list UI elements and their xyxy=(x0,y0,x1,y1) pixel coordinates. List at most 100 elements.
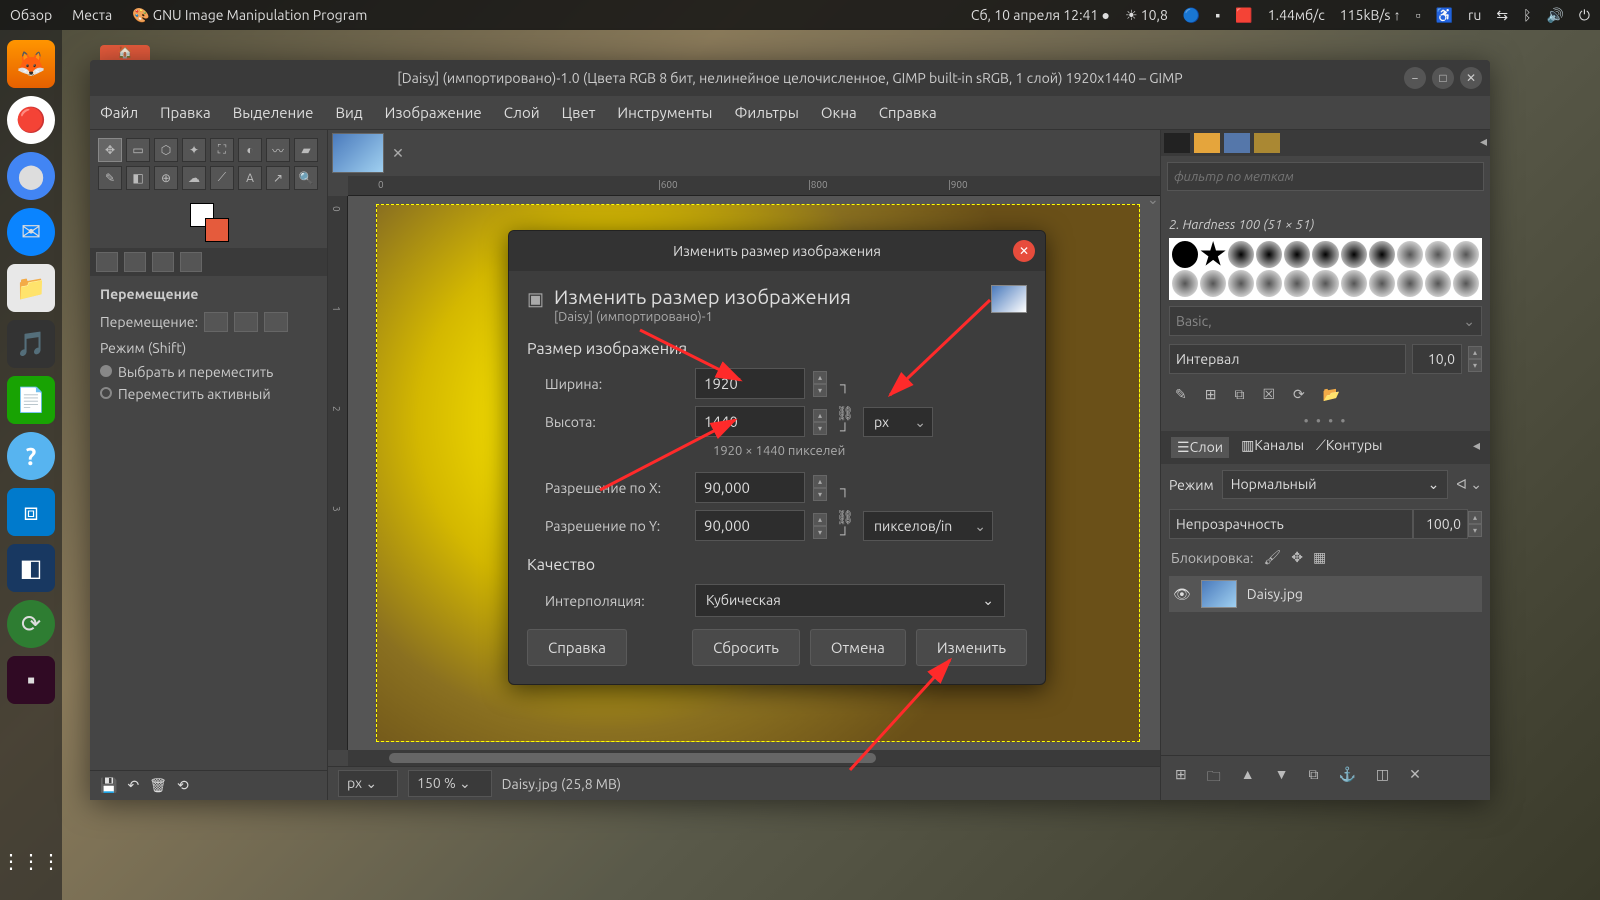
dock-chrome[interactable]: 🔴 xyxy=(7,96,55,144)
tab-tool-options[interactable] xyxy=(96,252,118,272)
dock-terminal[interactable]: ▪ xyxy=(7,656,55,704)
reset-options-icon[interactable]: ⟲ xyxy=(177,777,189,794)
resx-input[interactable] xyxy=(695,472,805,503)
opacity-value[interactable]: 100,0 xyxy=(1413,509,1468,539)
brush-item[interactable] xyxy=(1369,270,1395,297)
tool-bucket[interactable]: ▰ xyxy=(294,138,318,162)
dup-brush-icon[interactable]: ⧉ xyxy=(1234,386,1244,403)
brush-item[interactable] xyxy=(1312,241,1338,268)
keyboard-lang[interactable]: ru xyxy=(1468,7,1481,23)
lock-pixels-icon[interactable]: 🖌 xyxy=(1263,549,1281,566)
lock-alpha-icon[interactable]: ▦ xyxy=(1313,549,1326,566)
lock-position-icon[interactable]: ✥ xyxy=(1291,549,1303,566)
ruler-horizontal[interactable]: 0|600|800|900 xyxy=(348,176,1160,196)
brush-item[interactable] xyxy=(1256,270,1282,297)
edit-brush-icon[interactable]: ✎ xyxy=(1175,386,1187,403)
opacity-down[interactable]: ▾ xyxy=(1468,524,1482,537)
resx-down[interactable]: ▾ xyxy=(813,488,827,501)
mask-layer-icon[interactable]: ◫ xyxy=(1376,766,1389,790)
brush-preset-select[interactable]: Basic,⌄ xyxy=(1169,306,1482,336)
dock-libreoffice[interactable]: 📄 xyxy=(7,376,55,424)
status-unit-select[interactable]: px ⌄ xyxy=(338,770,398,797)
del-layer-icon[interactable]: ✕ xyxy=(1409,766,1421,790)
menu-filters[interactable]: Фильтры xyxy=(734,104,798,121)
width-down[interactable]: ▾ xyxy=(813,384,827,397)
close-button[interactable]: ✕ xyxy=(1460,67,1482,89)
scrollbar-horizontal[interactable] xyxy=(348,750,1160,766)
brush-item[interactable] xyxy=(1172,241,1198,268)
tab-channels[interactable]: ▥Каналы xyxy=(1241,437,1304,458)
tool-move[interactable]: ✥ xyxy=(98,138,122,162)
menu-color[interactable]: Цвет xyxy=(562,104,596,121)
interpolation-select[interactable]: Кубическая⌄ xyxy=(695,584,1005,617)
size-unit-select[interactable]: px xyxy=(863,407,933,437)
brush-item[interactable] xyxy=(1425,270,1451,297)
save-options-icon[interactable]: 💾 xyxy=(100,777,117,794)
tab-layers[interactable]: ☰Слои xyxy=(1171,437,1229,458)
bluetooth-icon[interactable]: ᛒ xyxy=(1523,7,1531,23)
brush-item[interactable] xyxy=(1200,241,1226,268)
brush-item[interactable] xyxy=(1341,241,1367,268)
background-color[interactable] xyxy=(205,218,229,242)
tool-crop[interactable]: ⛶ xyxy=(210,138,234,162)
tool-text[interactable]: A xyxy=(238,166,262,190)
open-brush-icon[interactable]: 📂 xyxy=(1323,386,1340,403)
tool-free-select[interactable]: ⬡ xyxy=(154,138,178,162)
tab-brushes[interactable] xyxy=(1164,133,1190,153)
resy-up[interactable]: ▴ xyxy=(813,513,827,526)
move-mode-path[interactable] xyxy=(264,312,288,332)
brush-item[interactable] xyxy=(1312,270,1338,297)
tab-undo[interactable] xyxy=(152,252,174,272)
tool-rect-select[interactable]: ▭ xyxy=(126,138,150,162)
brush-item[interactable] xyxy=(1284,270,1310,297)
tool-transform[interactable]: ◐ xyxy=(238,138,262,162)
tool-pencil[interactable]: ✎ xyxy=(98,166,122,190)
resx-up[interactable]: ▴ xyxy=(813,475,827,488)
opacity-up[interactable]: ▴ xyxy=(1468,511,1482,524)
tab-history[interactable] xyxy=(1254,133,1280,153)
status-zoom-select[interactable]: 150 % ⌄ xyxy=(408,770,492,797)
dock-chromium[interactable]: ⬤ xyxy=(7,152,55,200)
maximize-button[interactable]: □ xyxy=(1432,67,1454,89)
power-icon[interactable]: ⏻ xyxy=(1579,7,1590,24)
dock-vscode[interactable]: ⧈ xyxy=(7,488,55,536)
brush-item[interactable] xyxy=(1425,241,1451,268)
tool-zoom[interactable]: 🔍 xyxy=(294,166,318,190)
chain-link2-icon[interactable]: ⛓┘ xyxy=(835,509,855,542)
brush-item[interactable] xyxy=(1200,270,1226,297)
brush-item[interactable] xyxy=(1341,270,1367,297)
brush-item[interactable] xyxy=(1228,270,1254,297)
weather[interactable]: ☀ 10,8 xyxy=(1125,7,1168,24)
accessibility-icon[interactable]: ♿ xyxy=(1436,7,1453,24)
apply-button[interactable]: Изменить xyxy=(916,629,1027,666)
chain-link-icon[interactable]: ⛓┘ xyxy=(835,405,855,438)
brush-item[interactable] xyxy=(1256,241,1282,268)
interval-down[interactable]: ▾ xyxy=(1468,359,1482,372)
dock-virtualbox[interactable]: ◧ xyxy=(7,544,55,592)
image-tab-close[interactable]: ✕ xyxy=(388,143,408,163)
delete-options-icon[interactable]: 🗑 xyxy=(149,777,167,794)
radio-move-active[interactable] xyxy=(100,387,112,399)
height-up[interactable]: ▴ xyxy=(813,409,827,422)
dock-rhythmbox[interactable]: 🎵 xyxy=(7,320,55,368)
window-titlebar[interactable]: [Daisy] (импортировано)-1.0 (Цвета RGB 8… xyxy=(90,60,1490,96)
volume-icon[interactable]: 🔊 xyxy=(1546,7,1563,24)
dock-thunderbird[interactable]: ✉ xyxy=(7,208,55,256)
help-button[interactable]: Справка xyxy=(527,629,627,666)
raise-layer-icon[interactable]: ▲ xyxy=(1241,766,1255,790)
layer-visibility-icon[interactable]: 👁 xyxy=(1173,586,1191,603)
resy-input[interactable] xyxy=(695,510,805,541)
places[interactable]: Места xyxy=(72,7,112,23)
brush-item[interactable] xyxy=(1397,270,1423,297)
layers-dock-menu-icon[interactable]: ◂ xyxy=(1473,437,1480,458)
tool-path[interactable]: ⟋ xyxy=(210,166,234,190)
filter-tags-input[interactable] xyxy=(1167,162,1484,191)
dock-files[interactable]: 📁 xyxy=(7,264,55,312)
dock-remmina[interactable]: ⟳ xyxy=(7,600,55,648)
layer-name[interactable]: Daisy.jpg xyxy=(1247,586,1303,602)
resy-down[interactable]: ▾ xyxy=(813,526,827,539)
tool-fuzzy-select[interactable]: ✦ xyxy=(182,138,206,162)
radio-pick-layer[interactable] xyxy=(100,365,112,377)
dock-separator[interactable]: • • • • xyxy=(1161,411,1490,431)
menu-image[interactable]: Изображение xyxy=(385,104,482,121)
